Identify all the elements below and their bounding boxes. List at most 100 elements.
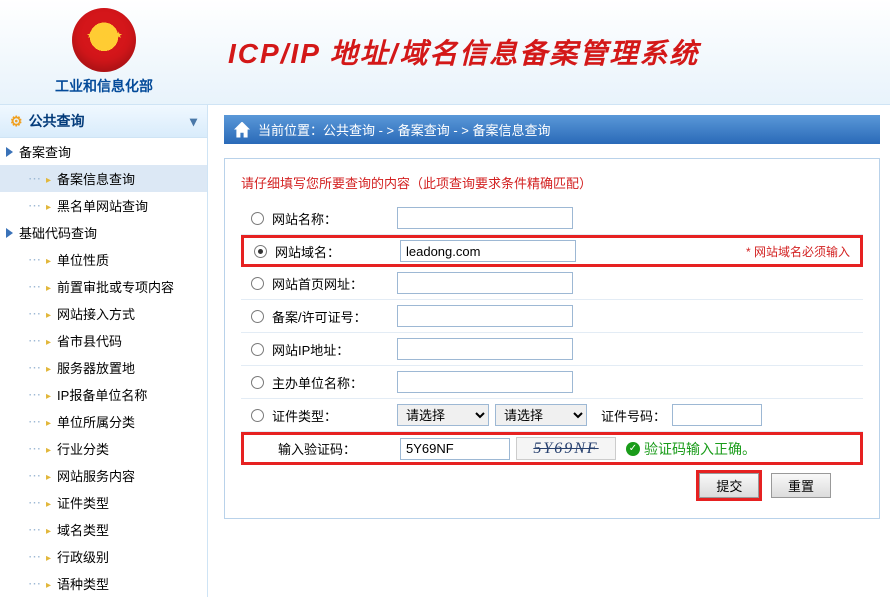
row-cert-type: 证件类型： 请选择 请选择 证件号码： — [241, 399, 863, 432]
tree-line-icon — [28, 252, 46, 268]
sidebar-category-header[interactable]: 公共查询 — [0, 105, 207, 138]
org-name: 工业和信息化部 — [0, 76, 208, 96]
bullet-icon — [46, 549, 57, 564]
sidebar-item-label: 黑名单网站查询 — [57, 196, 148, 215]
row-site-domain: 网站域名： * 网站域名必须输入 — [241, 235, 863, 267]
bullet-icon — [46, 252, 57, 267]
bullet-icon — [46, 495, 57, 510]
radio-site-domain[interactable] — [254, 245, 267, 258]
app-title: ICP/IP 地址/域名信息备案管理系统 — [208, 32, 699, 72]
sidebar-item-1-8[interactable]: 网站服务内容 — [0, 462, 207, 489]
sidebar-group-label: 基础代码查询 — [19, 223, 97, 242]
captcha-image[interactable]: 5Y69NF — [516, 437, 616, 460]
radio-sponsor[interactable] — [251, 376, 264, 389]
select-cert-type-2[interactable]: 请选择 — [495, 404, 587, 426]
row-site-home: 网站首页网址： — [241, 267, 863, 300]
sidebar-item-label: 证件类型 — [57, 493, 109, 512]
bullet-icon — [46, 576, 57, 591]
sidebar-group-1[interactable]: 基础代码查询 — [0, 219, 207, 246]
sidebar-item-label: 单位所属分类 — [57, 412, 135, 431]
home-icon — [234, 122, 250, 138]
input-cert-no[interactable] — [672, 404, 762, 426]
sidebar-item-label: 语种类型 — [57, 574, 109, 593]
label-site-domain: 网站域名： — [275, 242, 340, 261]
sidebar-item-label: 域名类型 — [57, 520, 109, 539]
sidebar-item-1-0[interactable]: 单位性质 — [0, 246, 207, 273]
input-site-home[interactable] — [397, 272, 573, 294]
sidebar-item-0-1[interactable]: 黑名单网站查询 — [0, 192, 207, 219]
sidebar-item-1-11[interactable]: 行政级别 — [0, 543, 207, 570]
bullet-icon — [46, 468, 57, 483]
tree-line-icon — [28, 360, 46, 376]
sidebar-item-1-10[interactable]: 域名类型 — [0, 516, 207, 543]
sidebar-category-label: 公共查询 — [29, 113, 85, 129]
tree-line-icon — [28, 441, 46, 457]
radio-site-ip[interactable] — [251, 343, 264, 356]
reset-button[interactable]: 重置 — [771, 473, 831, 498]
tree-line-icon — [28, 387, 46, 403]
tree-line-icon — [28, 198, 46, 214]
select-cert-type-1[interactable]: 请选择 — [397, 404, 489, 426]
tree-line-icon — [28, 306, 46, 322]
radio-cert-type[interactable] — [251, 409, 264, 422]
sidebar-item-1-4[interactable]: 服务器放置地 — [0, 354, 207, 381]
captcha-valid-text: 验证码输入正确。 — [626, 439, 756, 459]
tree-line-icon — [28, 522, 46, 538]
tree-line-icon — [28, 468, 46, 484]
bullet-icon — [46, 333, 57, 348]
sidebar-item-1-2[interactable]: 网站接入方式 — [0, 300, 207, 327]
input-license-no[interactable] — [397, 305, 573, 327]
label-cert-type: 证件类型： — [272, 406, 337, 425]
row-license-no: 备案/许可证号： — [241, 300, 863, 333]
label-captcha: 输入验证码： — [278, 439, 356, 458]
radio-site-home[interactable] — [251, 277, 264, 290]
actions: 提交 重置 — [241, 465, 863, 498]
label-cert-no: 证件号码： — [601, 406, 666, 425]
sidebar-item-label: 服务器放置地 — [57, 358, 135, 377]
arrow-icon — [6, 147, 13, 157]
submit-button[interactable]: 提交 — [699, 473, 759, 498]
sidebar-item-label: 行业分类 — [57, 439, 109, 458]
sidebar-item-1-1[interactable]: 前置审批或专项内容 — [0, 273, 207, 300]
national-emblem-icon — [72, 8, 136, 72]
sidebar-item-label: IP报备单位名称 — [57, 385, 147, 404]
input-site-ip[interactable] — [397, 338, 573, 360]
logo-block: 工业和信息化部 — [0, 8, 208, 96]
sidebar-item-1-7[interactable]: 行业分类 — [0, 435, 207, 462]
sidebar-item-label: 前置审批或专项内容 — [57, 277, 174, 296]
sidebar-item-label: 行政级别 — [57, 547, 109, 566]
sidebar-item-label: 网站接入方式 — [57, 304, 135, 323]
radio-license-no[interactable] — [251, 310, 264, 323]
sidebar-item-1-9[interactable]: 证件类型 — [0, 489, 207, 516]
tree-line-icon — [28, 495, 46, 511]
main: 当前位置：公共查询 - > 备案查询 - > 备案信息查询 请仔细填写您所要查询… — [208, 105, 890, 597]
sidebar-group-0[interactable]: 备案查询 — [0, 138, 207, 165]
tree-line-icon — [28, 333, 46, 349]
sidebar-item-label: 备案信息查询 — [57, 169, 135, 188]
bullet-icon — [46, 522, 57, 537]
sidebar-item-1-3[interactable]: 省市县代码 — [0, 327, 207, 354]
sidebar: 公共查询 备案查询备案信息查询黑名单网站查询基础代码查询单位性质前置审批或专项内… — [0, 105, 208, 597]
sidebar-item-1-5[interactable]: IP报备单位名称 — [0, 381, 207, 408]
row-site-ip: 网站IP地址： — [241, 333, 863, 366]
sidebar-item-0-0[interactable]: 备案信息查询 — [0, 165, 207, 192]
input-sponsor[interactable] — [397, 371, 573, 393]
sidebar-item-label: 单位性质 — [57, 250, 109, 269]
bullet-icon — [46, 306, 57, 321]
input-captcha[interactable] — [400, 438, 510, 460]
label-license-no: 备案/许可证号： — [272, 307, 367, 326]
form-hint: 请仔细填写您所要查询的内容（此项查询要求条件精确匹配） — [241, 173, 863, 192]
bullet-icon — [46, 198, 57, 213]
header: 工业和信息化部 ICP/IP 地址/域名信息备案管理系统 — [0, 0, 890, 105]
sidebar-item-1-6[interactable]: 单位所属分类 — [0, 408, 207, 435]
input-site-domain[interactable] — [400, 240, 576, 262]
label-sponsor: 主办单位名称： — [272, 373, 363, 392]
bullet-icon — [46, 279, 57, 294]
row-site-name: 网站名称： — [241, 202, 863, 235]
query-panel: 请仔细填写您所要查询的内容（此项查询要求条件精确匹配） 网站名称： 网站域名： … — [224, 158, 880, 519]
input-site-name[interactable] — [397, 207, 573, 229]
sidebar-item-1-12[interactable]: 语种类型 — [0, 570, 207, 597]
bullet-icon — [46, 387, 57, 402]
radio-site-name[interactable] — [251, 212, 264, 225]
tree-line-icon — [28, 414, 46, 430]
